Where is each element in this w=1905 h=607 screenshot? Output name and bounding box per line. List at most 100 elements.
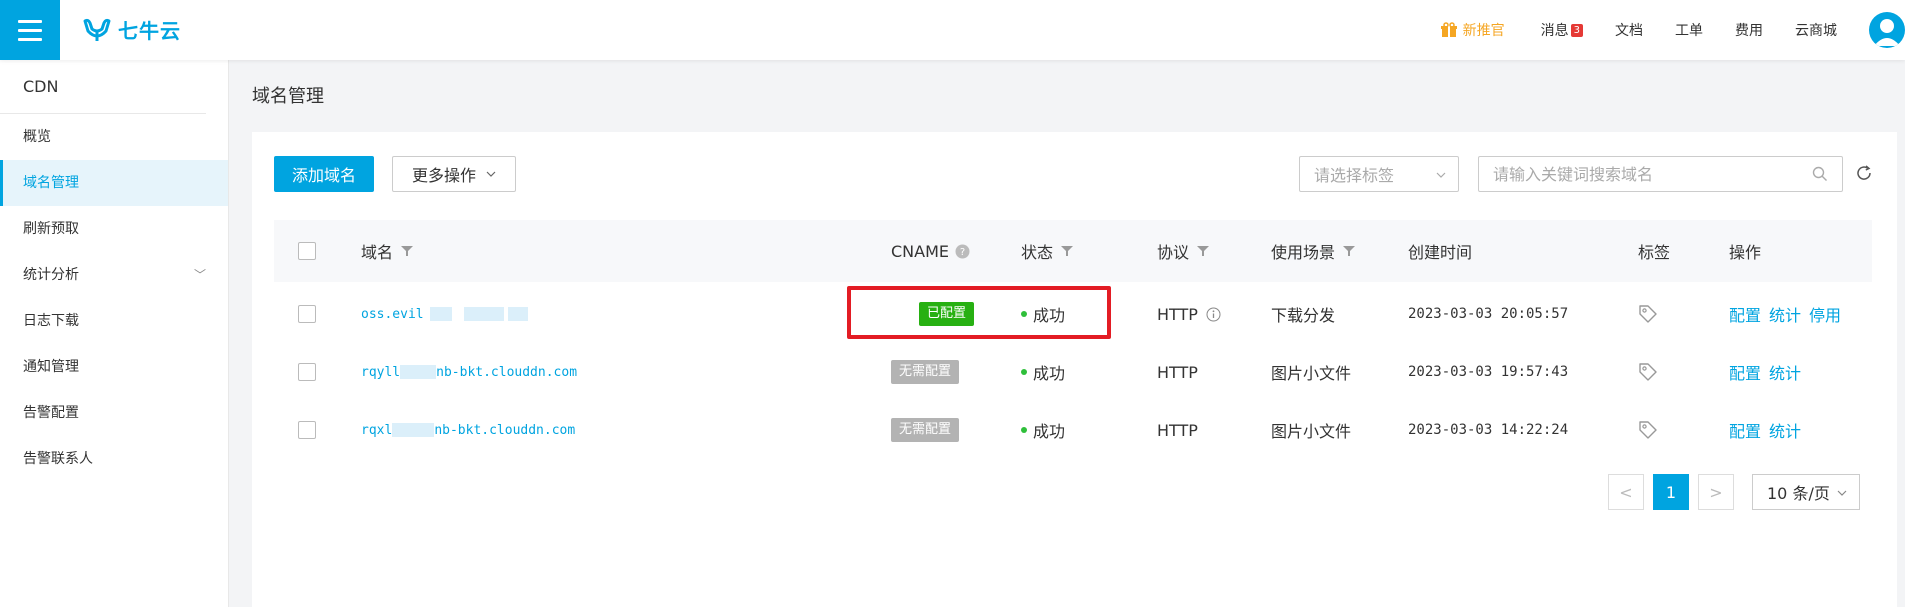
status-text: 成功 <box>1033 364 1066 383</box>
nav-new-guide[interactable]: 新推官 <box>1440 20 1505 40</box>
sidebar-item-refresh-prefetch[interactable]: 刷新预取 <box>0 206 228 252</box>
refresh-icon[interactable] <box>1855 164 1873 182</box>
more-actions-button[interactable]: 更多操作 <box>392 156 516 192</box>
add-domain-button[interactable]: 添加域名 <box>274 156 374 192</box>
nav-messages[interactable]: 消息 3 <box>1541 20 1583 40</box>
page-size-select[interactable]: 10 条/页 <box>1752 474 1860 510</box>
config-link[interactable]: 配置 <box>1729 302 1761 326</box>
sidebar-item-statistics[interactable]: 统计分析 ﹀ <box>0 252 228 298</box>
table-row: rqyll nb-bkt.clouddn.com 无需配置 成功 HTTP 图片小… <box>274 343 1872 401</box>
header-protocol: 协议 <box>1157 220 1210 282</box>
stats-link[interactable]: 统计 <box>1769 418 1801 442</box>
tag-icon[interactable] <box>1638 420 1658 440</box>
prev-page-button[interactable]: < <box>1608 474 1644 510</box>
stats-link[interactable]: 统计 <box>1769 302 1801 326</box>
stats-link[interactable]: 统计 <box>1769 360 1801 384</box>
redaction-blur <box>392 423 435 437</box>
nav-tickets[interactable]: 工单 <box>1675 20 1703 40</box>
created-time: 2023-03-03 19:57:43 <box>1408 364 1569 380</box>
nav-store[interactable]: 云商城 <box>1795 20 1837 40</box>
success-dot <box>1021 427 1027 433</box>
header-actions: 操作 <box>1729 243 1762 262</box>
sidebar-title: CDN <box>0 60 206 114</box>
filter-icon[interactable] <box>1343 245 1356 257</box>
row-checkbox[interactable] <box>298 363 316 381</box>
header-status: 状态 <box>1021 220 1074 282</box>
tags-cell <box>1638 285 1658 343</box>
domain-suffix: nb-bkt.clouddn.com <box>434 422 576 438</box>
chevron-down-icon <box>1436 172 1446 178</box>
domain-cell: rqxl nb-bkt.clouddn.com <box>361 401 575 459</box>
sidebar-item-notifications[interactable]: 通知管理 <box>0 344 228 390</box>
tag-icon[interactable] <box>1638 362 1658 382</box>
tag-select-placeholder: 请选择标签 <box>1314 166 1395 185</box>
top-nav: 新推官 消息 3 文档 工单 费用 云商城 <box>1440 0 1905 60</box>
domain-link[interactable]: rqyll nb-bkt.clouddn.com <box>361 365 577 380</box>
scene-cell: 图片小文件 <box>1271 422 1352 441</box>
created-cell: 2023-03-03 14:22:24 <box>1408 401 1568 459</box>
search-input[interactable] <box>1479 159 1799 189</box>
actions-cell: 配置 统计 <box>1729 343 1809 401</box>
chevron-down-icon: ﹀ <box>193 268 206 282</box>
config-link[interactable]: 配置 <box>1729 360 1761 384</box>
scene-cell: 图片小文件 <box>1271 364 1352 383</box>
header-scene-label: 使用场景 <box>1271 243 1336 262</box>
search-icon[interactable] <box>1812 166 1828 182</box>
domain-link[interactable]: rqxl nb-bkt.clouddn.com <box>361 423 575 438</box>
header-status-label: 状态 <box>1021 243 1054 262</box>
nav-billing[interactable]: 费用 <box>1735 20 1763 40</box>
filter-icon[interactable] <box>401 245 414 257</box>
tag-select[interactable]: 请选择标签 <box>1299 156 1459 192</box>
header-domain-label: 域名 <box>361 243 394 262</box>
page-title: 域名管理 <box>252 86 324 107</box>
nav-new-guide-label: 新推官 <box>1462 23 1505 39</box>
header-created: 创建时间 <box>1408 243 1473 262</box>
tags-cell <box>1638 401 1658 459</box>
domain-suffix: nb-bkt.clouddn.com <box>436 364 578 380</box>
header-protocol-label: 协议 <box>1157 243 1190 262</box>
disable-link[interactable]: 停用 <box>1809 302 1841 326</box>
nav-messages-label: 消息 <box>1540 23 1569 39</box>
tag-icon[interactable] <box>1638 304 1658 324</box>
row-checkbox[interactable] <box>298 421 316 439</box>
info-icon[interactable] <box>1206 307 1221 322</box>
protocol-cell: HTTP <box>1157 420 1198 440</box>
next-page-button[interactable]: > <box>1698 474 1734 510</box>
actions-cell: 配置 统计 停用 <box>1729 285 1849 343</box>
filter-icon[interactable] <box>1061 245 1074 257</box>
domain-cell: oss.evil <box>361 285 528 343</box>
messages-count-badge: 3 <box>1570 23 1583 37</box>
status-cell: 成功 <box>1021 343 1065 401</box>
avatar[interactable] <box>1869 12 1905 48</box>
created-time: 2023-03-03 20:05:57 <box>1408 306 1569 322</box>
annotation-highlight-box <box>847 286 1111 339</box>
row-checkbox-cell <box>298 285 316 343</box>
protocol-text: HTTP <box>1157 304 1198 324</box>
logo[interactable]: 七牛云 <box>82 15 181 44</box>
search-box <box>1478 156 1843 192</box>
sidebar: CDN 概览 域名管理 刷新预取 统计分析 ﹀ 日志下载 通知管理 告警配置 告… <box>0 60 229 607</box>
scene-cell: 下载分发 <box>1271 306 1336 325</box>
sidebar-item-domain-management[interactable]: 域名管理 <box>0 160 228 206</box>
config-link[interactable]: 配置 <box>1729 418 1761 442</box>
redaction-blur <box>507 307 528 321</box>
row-checkbox-cell <box>298 343 316 401</box>
filter-icon[interactable] <box>1197 245 1210 257</box>
cname-cell: 无需配置 <box>891 343 960 401</box>
help-icon[interactable]: ? <box>955 244 970 259</box>
nav-docs[interactable]: 文档 <box>1615 20 1643 40</box>
page-1-button[interactable]: 1 <box>1653 474 1689 510</box>
sidebar-item-log-download[interactable]: 日志下载 <box>0 298 228 344</box>
page-size-label: 10 条/页 <box>1767 484 1830 503</box>
user-icon <box>1874 19 1900 46</box>
row-checkbox-cell <box>298 401 316 459</box>
sidebar-item-overview[interactable]: 概览 <box>0 114 228 160</box>
row-checkbox[interactable] <box>298 305 316 323</box>
sidebar-item-alert-contacts[interactable]: 告警联系人 <box>0 436 228 482</box>
menu-icon[interactable] <box>0 0 60 60</box>
actions-cell: 配置 统计 <box>1729 401 1809 459</box>
sidebar-item-alert-config[interactable]: 告警配置 <box>0 390 228 436</box>
logo-text: 七牛云 <box>118 19 181 43</box>
domain-link[interactable]: oss.evil <box>361 307 528 322</box>
select-all-checkbox[interactable] <box>298 242 316 260</box>
